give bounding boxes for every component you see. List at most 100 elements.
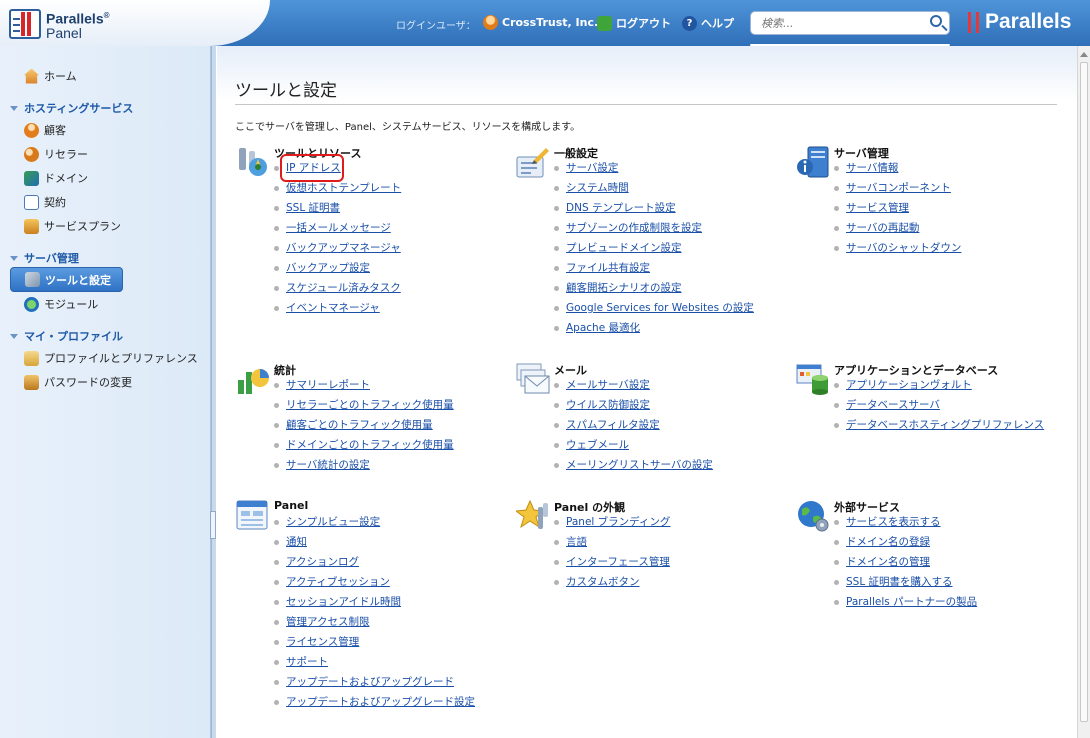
list-item: ライセンス管理: [274, 632, 475, 652]
list-item: サーバ設定: [554, 158, 754, 178]
sidebar-group-server-management[interactable]: サーバ管理: [10, 250, 79, 266]
link-partner-products[interactable]: Parallels パートナーの製品: [846, 596, 977, 608]
link-service-management[interactable]: サービス管理: [846, 202, 909, 214]
link-support[interactable]: サポート: [286, 656, 328, 668]
search-input[interactable]: [759, 13, 924, 33]
search-icon[interactable]: [930, 15, 942, 27]
link-buy-ssl[interactable]: SSL 証明書を購入する: [846, 576, 953, 588]
link-languages[interactable]: 言語: [566, 536, 587, 548]
link-ssl-certificates[interactable]: SSL 証明書: [286, 202, 340, 214]
link-interface-management[interactable]: インターフェース管理: [566, 556, 670, 568]
link-database-servers[interactable]: データベースサーバ: [846, 399, 940, 411]
link-panel-branding[interactable]: Panel ブランディング: [566, 516, 670, 528]
link-vhost-template[interactable]: 仮想ホストテンプレート: [286, 182, 401, 194]
scroll-up-icon[interactable]: [1080, 52, 1088, 57]
link-backup-manager[interactable]: バックアップマネージャ: [286, 242, 401, 254]
link-traffic-by-reseller[interactable]: リセラーごとのトラフィック使用量: [286, 399, 454, 411]
link-server-statistics-settings[interactable]: サーバ統計の設定: [286, 459, 370, 471]
sidebar-item-modules[interactable]: モジュール: [24, 295, 98, 313]
list-item: セッションアイドル時間: [274, 592, 475, 612]
link-application-vault[interactable]: アプリケーションヴォルト: [846, 379, 972, 391]
collapse-sidebar-handle[interactable]: [210, 511, 216, 539]
list-item: バックアップマネージャ: [274, 238, 401, 258]
statistics-icon: [238, 369, 269, 394]
globe-icon: [798, 501, 829, 532]
sidebar-item-change-password[interactable]: パスワードの変更: [24, 373, 132, 391]
list-item: ドメイン名の管理: [834, 552, 977, 572]
link-server-shutdown[interactable]: サーバのシャットダウン: [846, 242, 961, 254]
link-summary-report[interactable]: サマリーレポート: [286, 379, 370, 391]
link-customer-acquisition[interactable]: 顧客開拓シナリオの設定: [566, 282, 682, 294]
link-updates-upgrades-settings[interactable]: アップデートおよびアップグレード設定: [286, 696, 475, 708]
link-dns-template[interactable]: DNS テンプレート設定: [566, 202, 676, 214]
link-webmail[interactable]: ウェブメール: [566, 439, 629, 451]
link-server-restart[interactable]: サーバの再起動: [846, 222, 919, 234]
list-item: SSL 証明書: [274, 198, 401, 218]
sidebar-item-profile-preferences[interactable]: プロファイルとプリファレンス: [24, 349, 198, 367]
link-license-management[interactable]: ライセンス管理: [286, 636, 359, 648]
link-apache-optimization[interactable]: Apache 最適化: [566, 322, 640, 334]
link-antivirus-settings[interactable]: ウイルス防御設定: [566, 399, 650, 411]
link-server-settings[interactable]: サーバ設定: [566, 162, 618, 174]
collapse-icon: [10, 333, 18, 339]
link-show-services[interactable]: サービスを表示する: [846, 516, 941, 528]
link-active-sessions[interactable]: アクティブセッション: [286, 576, 390, 588]
tools-icon: [239, 148, 267, 176]
link-spam-filter-settings[interactable]: スパムフィルタ設定: [566, 419, 660, 431]
link-system-time[interactable]: システム時間: [566, 182, 629, 194]
link-server-components[interactable]: サーバコンポーネント: [846, 182, 951, 194]
link-mail-server-settings[interactable]: メールサーバ設定: [566, 379, 650, 391]
link-admin-access-restriction[interactable]: 管理アクセス制限: [286, 616, 369, 628]
link-google-services[interactable]: Google Services for Websites の設定: [566, 302, 754, 314]
list-item: サマリーレポート: [274, 375, 454, 395]
link-database-hosting-preferences[interactable]: データベースホスティングプリファレンス: [846, 419, 1044, 431]
sidebar-item-resellers[interactable]: リセラー: [24, 145, 88, 163]
help-link[interactable]: ? ヘルプ: [682, 15, 734, 31]
link-updates-upgrades[interactable]: アップデートおよびアップグレード: [286, 676, 454, 688]
list-item: メーリングリストサーバの設定: [554, 455, 713, 475]
home-icon: [24, 68, 39, 84]
list-item: ウェブメール: [554, 435, 713, 455]
sidebar-item-customers[interactable]: 顧客: [24, 121, 66, 139]
link-action-log[interactable]: アクションログ: [286, 556, 359, 568]
sidebar-item-home[interactable]: ホーム: [24, 67, 77, 85]
collapse-icon: [10, 255, 18, 261]
link-subzone-limits[interactable]: サブゾーンの作成制限を設定: [566, 222, 702, 234]
logout-icon: [597, 15, 612, 31]
link-register-domain[interactable]: ドメイン名の登録: [846, 536, 930, 548]
list-item: イベントマネージャ: [274, 298, 401, 318]
sidebar-item-service-plans[interactable]: サービスプラン: [24, 217, 121, 235]
link-simple-view-settings[interactable]: シンプルビュー設定: [286, 516, 380, 528]
link-manage-domain[interactable]: ドメイン名の管理: [846, 556, 930, 568]
login-user-label: ログインユーザ：: [396, 21, 476, 32]
link-mass-email[interactable]: 一括メールメッセージ: [286, 222, 391, 234]
sidebar-splitter[interactable]: [210, 46, 216, 738]
logo-text: Parallels® Panel: [46, 10, 110, 41]
sidebar-item-tools-settings[interactable]: ツールと設定: [10, 267, 123, 292]
link-traffic-by-domain[interactable]: ドメインごとのトラフィック使用量: [286, 439, 454, 451]
list-item: サーバ情報: [834, 158, 961, 178]
link-notifications[interactable]: 通知: [286, 536, 307, 548]
link-file-sharing[interactable]: ファイル共有設定: [566, 262, 650, 274]
link-list: サービスを表示する ドメイン名の登録 ドメイン名の管理 SSL 証明書を購入する…: [834, 512, 977, 612]
sidebar-item-domains[interactable]: ドメイン: [24, 169, 88, 187]
logo[interactable]: Parallels® Panel: [0, 0, 270, 46]
sidebar-group-hosting[interactable]: ホスティングサービス: [10, 100, 133, 116]
list-item: アクティブセッション: [274, 572, 475, 592]
link-mailing-list-server[interactable]: メーリングリストサーバの設定: [566, 459, 713, 471]
user-link[interactable]: CrossTrust, Inc.: [483, 15, 598, 30]
list-item: 一括メールメッセージ: [274, 218, 401, 238]
link-backup-settings[interactable]: バックアップ設定: [286, 262, 370, 274]
sidebar-item-subscriptions[interactable]: 契約: [24, 193, 66, 211]
link-traffic-by-customer[interactable]: 顧客ごとのトラフィック使用量: [286, 419, 433, 431]
link-scheduled-tasks[interactable]: スケジュール済みタスク: [286, 282, 401, 294]
link-server-info[interactable]: サーバ情報: [846, 162, 898, 174]
link-event-manager[interactable]: イベントマネージャ: [286, 302, 380, 314]
scroll-thumb[interactable]: [1080, 62, 1088, 722]
link-preview-domain[interactable]: プレビュードメイン設定: [566, 242, 682, 254]
sidebar-group-my-profile[interactable]: マイ・プロファイル: [10, 328, 123, 344]
vertical-scrollbar[interactable]: [1077, 46, 1090, 738]
link-custom-buttons[interactable]: カスタムボタン: [566, 576, 640, 588]
logout-link[interactable]: ログアウト: [597, 15, 671, 31]
link-session-idle-time[interactable]: セッションアイドル時間: [286, 596, 401, 608]
